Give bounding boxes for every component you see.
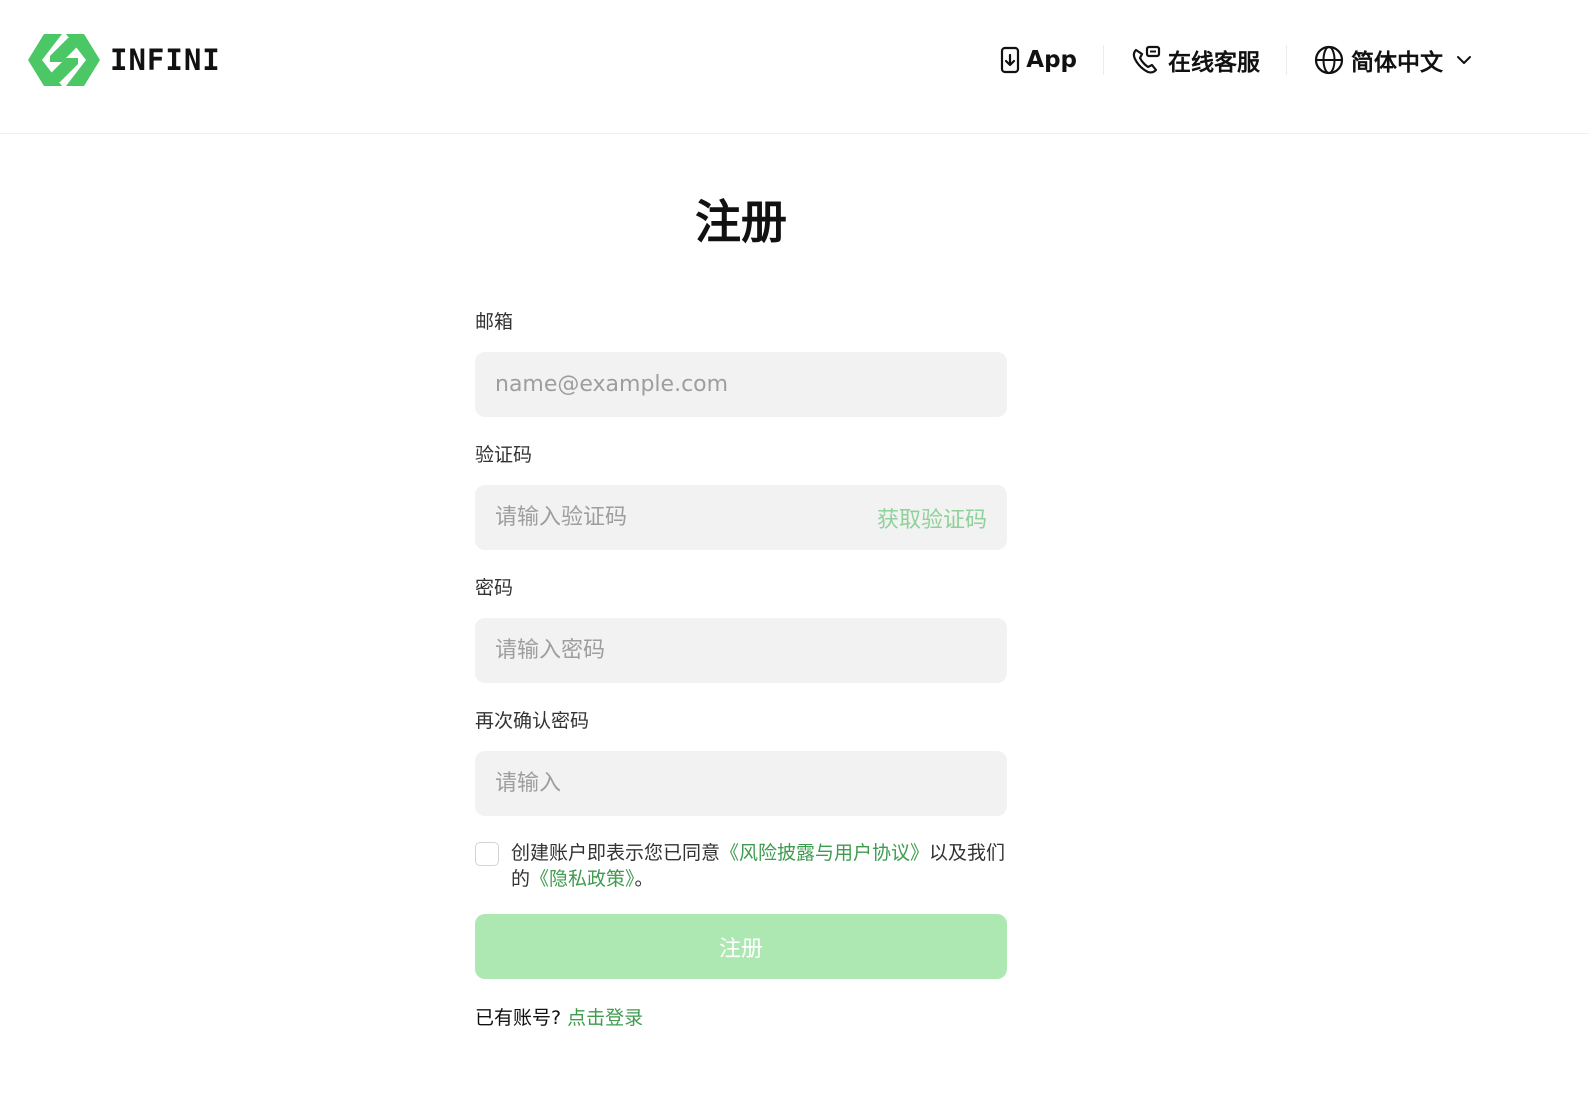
language-selector[interactable]: 简体中文 — [1313, 43, 1473, 77]
language-label: 简体中文 — [1351, 50, 1443, 76]
code-label: 验证码 — [475, 444, 533, 466]
email-input[interactable] — [495, 352, 987, 417]
agreement-row: 创建账户即表示您已同意《风险披露与用户协议》以及我们的《隐私政策》。 — [475, 840, 1007, 892]
verification-code-input[interactable] — [495, 485, 877, 550]
site-header: INFINI App 在线客服 简体中文 — [0, 0, 1589, 134]
page-title: 注册 — [695, 195, 787, 249]
login-row: 已有账号? 点击登录 — [475, 1003, 1007, 1030]
code-field-box: 获取验证码 — [475, 485, 1007, 550]
register-button[interactable]: 注册 — [475, 914, 1007, 979]
confirm-password-field-box — [475, 751, 1007, 816]
top-nav: App 在线客服 简体中文 — [1000, 40, 1473, 80]
password-field-box — [475, 618, 1007, 683]
globe-icon — [1313, 44, 1345, 76]
chevron-down-icon — [1455, 51, 1473, 69]
confirm-password-label: 再次确认密码 — [475, 710, 590, 732]
email-label: 邮箱 — [475, 311, 514, 333]
nav-support[interactable]: 在线客服 — [1130, 43, 1260, 77]
phone-download-icon — [1000, 46, 1020, 74]
agreement-suffix: 。 — [634, 868, 654, 890]
login-link[interactable]: 点击登录 — [567, 1007, 643, 1029]
infini-logo-icon — [28, 34, 100, 86]
terms-link[interactable]: 《风险披露与用户协议》 — [720, 842, 929, 864]
password-label: 密码 — [475, 577, 514, 599]
logo-text: INFINI — [110, 43, 221, 77]
register-form: 邮箱 验证码 获取验证码 密码 再次确认密码 创建账户即表示您已同意《风险披露与… — [475, 308, 1007, 1030]
agreement-checkbox[interactable] — [475, 842, 499, 866]
nav-support-label: 在线客服 — [1168, 50, 1260, 76]
nav-divider — [1103, 45, 1104, 75]
agreement-text: 创建账户即表示您已同意《风险披露与用户协议》以及我们的《隐私政策》。 — [511, 840, 1007, 892]
password-input[interactable] — [495, 618, 987, 683]
email-field-box — [475, 352, 1007, 417]
logo-link[interactable]: INFINI — [28, 32, 221, 88]
nav-divider — [1286, 45, 1287, 75]
phone-chat-icon — [1130, 44, 1162, 76]
confirm-password-input[interactable] — [495, 751, 987, 816]
nav-app-label: App — [1026, 47, 1077, 73]
privacy-link[interactable]: 《隐私政策》 — [530, 868, 635, 890]
nav-app[interactable]: App — [1000, 46, 1077, 74]
login-prompt: 已有账号? — [475, 1007, 562, 1029]
agreement-prefix: 创建账户即表示您已同意 — [511, 842, 721, 864]
get-code-button[interactable]: 获取验证码 — [877, 502, 987, 534]
